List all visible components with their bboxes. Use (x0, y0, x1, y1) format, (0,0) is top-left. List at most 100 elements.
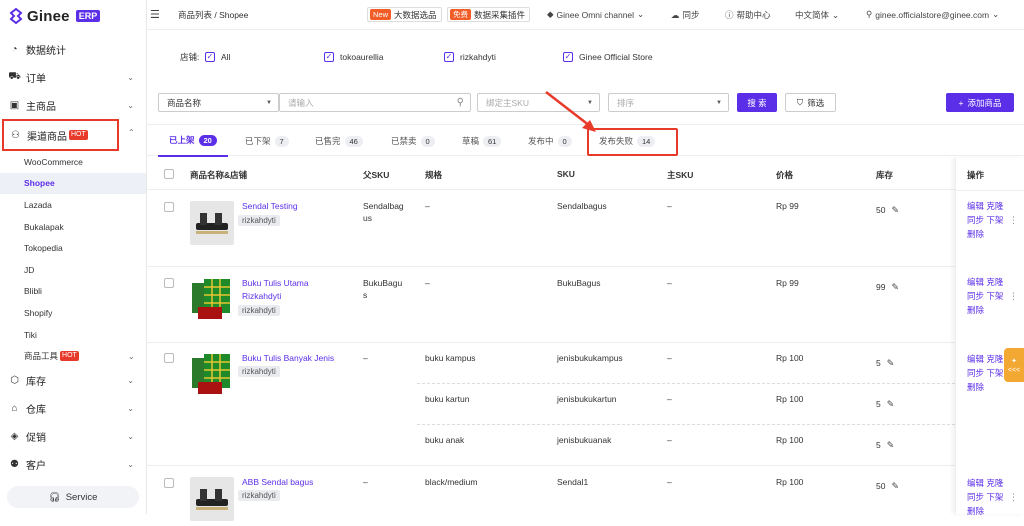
delete-link[interactable]: 删除 (967, 504, 1003, 518)
store-name: All (221, 52, 231, 62)
store-checkbox-ginee-official[interactable]: ✓ Ginee Official Store (563, 52, 653, 62)
select-all-checkbox[interactable] (164, 169, 174, 179)
more-icon[interactable]: ⋮ (1009, 492, 1018, 503)
more-icon[interactable]: ⋮ (1009, 215, 1018, 226)
tab-sold-out[interactable]: 已售完 46 (315, 125, 363, 157)
hot-badge: HOT (60, 351, 79, 362)
wand-icon: ✦ (1011, 357, 1017, 365)
tab-label: 已售完 (315, 136, 341, 146)
sidebar-sub-blibli[interactable]: Blibli (0, 281, 146, 303)
sku: jenisbukuanak (557, 435, 612, 445)
sidebar-item-orders[interactable]: ⛟ 订单 ⌄ (0, 63, 146, 91)
sidebar-item-promotion[interactable]: ◈ 促销 ⌄ (0, 423, 146, 451)
sidebar-sub-bukalapak[interactable]: Bukalapak (0, 216, 146, 238)
sidebar-sub-lazada[interactable]: Lazada (0, 194, 146, 216)
sync-delist-links[interactable]: 同步 下架 (967, 213, 1003, 227)
sidebar-sub-jd[interactable]: JD (0, 259, 146, 281)
store-checkbox-tokoaurellia[interactable]: ✓ tokoaurellia (324, 52, 383, 62)
edit-pencil-icon[interactable]: ✎ (887, 358, 895, 368)
edit-clone-links[interactable]: 编辑 克隆 (967, 199, 1003, 213)
tab-off-shelf[interactable]: 已下架 7 (245, 125, 289, 157)
sidebar-item-dashboard[interactable]: ◔ 数据统计 (0, 35, 146, 63)
row-checkbox[interactable] (164, 202, 174, 212)
tab-on-shelf[interactable]: 已上架 20 (158, 125, 228, 157)
store-name: Ginee Official Store (579, 52, 653, 62)
master-sku: – (667, 353, 672, 363)
delete-link[interactable]: 删除 (967, 380, 1003, 394)
row-actions: 编辑 克隆 同步 下架 删除 (967, 199, 1003, 241)
checkbox-checked-icon[interactable]: ✓ (324, 52, 334, 62)
bigdata-button[interactable]: New 大数据选品 (367, 7, 442, 22)
more-icon[interactable]: ⋮ (1009, 291, 1018, 302)
product-thumbnail[interactable] (190, 352, 234, 396)
floating-helper-tab[interactable]: ✦ <<< (1004, 348, 1024, 382)
search-field-select[interactable]: 商品名称 ▼ (158, 93, 279, 112)
edit-clone-links[interactable]: 编辑 克隆 (967, 352, 1003, 366)
search-icon[interactable]: ⚲ (457, 97, 464, 108)
sidebar-sub-product-tools[interactable]: 商品工具 HOT ⌄ (0, 345, 146, 367)
sidebar-sub-woocommerce[interactable]: WooCommerce (0, 151, 146, 173)
row-actions: 编辑 克隆 同步 下架 删除 (967, 352, 1003, 394)
product-thumbnail[interactable] (190, 201, 234, 245)
product-name-link[interactable]: Buku Tulis Utama Rizkahdyti (242, 277, 322, 303)
edit-pencil-icon[interactable]: ✎ (887, 440, 895, 450)
product-thumbnail[interactable] (190, 277, 234, 321)
sync-delist-links[interactable]: 同步 下架 (967, 490, 1003, 504)
price: Rp 100 (776, 477, 804, 487)
search-field-value: 商品名称 (167, 97, 202, 108)
store-checkbox-all[interactable]: ✓ All (205, 52, 230, 62)
row-checkbox[interactable] (164, 353, 174, 363)
edit-clone-links[interactable]: 编辑 克隆 (967, 476, 1003, 490)
sync-delist-links[interactable]: 同步 下架 (967, 289, 1003, 303)
plugin-button[interactable]: 免费 数据采集插件 (447, 7, 531, 22)
product-name-link[interactable]: Sendal Testing (242, 200, 298, 213)
checkbox-checked-icon[interactable]: ✓ (205, 52, 215, 62)
edit-pencil-icon[interactable]: ✎ (891, 481, 899, 491)
edit-clone-links[interactable]: 编辑 克隆 (967, 275, 1003, 289)
search-input[interactable]: 请输入 ⚲ (279, 93, 471, 112)
sidebar-sub-tokopedia[interactable]: Tokopedia (0, 237, 146, 259)
tab-banned[interactable]: 已禁卖 0 (391, 125, 435, 157)
master-sku: – (667, 435, 672, 445)
edit-pencil-icon[interactable]: ✎ (887, 399, 895, 409)
sidebar-sub-shopee[interactable]: Shopee (0, 172, 146, 195)
sidebar-sub-shopify[interactable]: Shopify (0, 302, 146, 324)
header-parent-sku: 父SKU (363, 170, 390, 180)
tab-count: 46 (344, 135, 363, 147)
service-button[interactable]: 🎧︎ Service (7, 486, 139, 508)
sidebar-sub-tiki[interactable]: Tiki (0, 324, 146, 346)
edit-pencil-icon[interactable]: ✎ (891, 282, 899, 292)
product-thumbnail[interactable] (190, 477, 234, 521)
menu-toggle-icon[interactable]: ☰ (150, 8, 162, 21)
sidebar-item-warehouse[interactable]: ⌂ 仓库 ⌄ (0, 395, 146, 423)
language-select[interactable]: 中文简体 ⌄ (795, 9, 839, 21)
user-menu[interactable]: ⚲ ginee.officialstore@ginee.com ⌄ (866, 9, 999, 20)
row-checkbox[interactable] (164, 478, 174, 488)
header-master-sku: 主SKU (667, 170, 694, 180)
channel-switch[interactable]: ◆ Ginee Omni channel ⌄ (547, 9, 644, 20)
logo[interactable]: Ginee ERP (0, 0, 146, 32)
search-button[interactable]: 搜 索 (737, 93, 777, 112)
store-checkbox-rizkahdyti[interactable]: ✓ rizkahdyti (444, 52, 496, 62)
delete-link[interactable]: 删除 (967, 227, 1003, 241)
sidebar-item-customers[interactable]: ⚉ 客户 ⌄ (0, 451, 146, 479)
checkbox-checked-icon[interactable]: ✓ (444, 52, 454, 62)
row-checkbox[interactable] (164, 278, 174, 288)
tab-count: 0 (420, 135, 435, 147)
sync-link[interactable]: ☁ 同步 (671, 9, 700, 21)
sort-select[interactable]: 排序 ▼ (608, 93, 729, 112)
tab-draft[interactable]: 草稿 61 (462, 125, 502, 157)
sidebar-item-channel-products[interactable]: ⚇ 渠道商品 HOT (2, 119, 119, 151)
help-link[interactable]: ⓘ 帮助中心 (725, 9, 771, 21)
sku: Sendalbagus (557, 201, 607, 211)
sync-delist-links[interactable]: 同步 下架 (967, 366, 1003, 380)
product-name-link[interactable]: ABB Sendal bagus (242, 476, 313, 489)
checkbox-checked-icon[interactable]: ✓ (563, 52, 573, 62)
product-name-link[interactable]: Buku Tulis Banyak Jenis (242, 352, 334, 365)
add-product-button[interactable]: + 添加商品 (946, 93, 1014, 112)
edit-pencil-icon[interactable]: ✎ (891, 205, 899, 215)
sidebar-item-master-products[interactable]: ▣ 主商品 ⌄ (0, 91, 146, 119)
sidebar-item-inventory[interactable]: ⬡ 库存 ⌄ (0, 367, 146, 395)
delete-link[interactable]: 删除 (967, 303, 1003, 317)
filter-button[interactable]: ⛉ 筛选 (785, 93, 836, 112)
